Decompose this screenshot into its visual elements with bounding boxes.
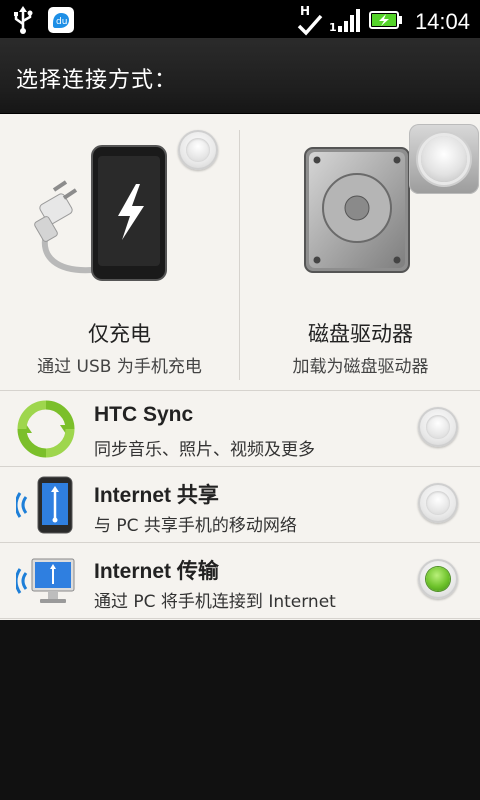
vertical-divider bbox=[239, 130, 240, 380]
charge-only-radio[interactable] bbox=[178, 130, 218, 170]
htc-sync-radio[interactable] bbox=[418, 407, 458, 447]
htc-sync-title: HTC Sync bbox=[94, 403, 194, 426]
option-internet-sharing[interactable]: Internet 共享 与 PC 共享手机的移动网络 bbox=[0, 467, 480, 543]
connection-type-panel: 仅充电 通过 USB 为手机充电 磁盘驱动器 加载为磁盘驱动器 HTC Sync… bbox=[0, 114, 480, 620]
battery-charging-icon bbox=[368, 10, 403, 34]
baidu-app-icon: du bbox=[48, 7, 74, 37]
internet-sharing-subtitle: 与 PC 共享手机的移动网络 bbox=[94, 516, 297, 536]
radio-indicator bbox=[426, 491, 450, 515]
page-title: 选择连接方式： bbox=[16, 68, 178, 93]
internet-passthrough-subtitle: 通过 PC 将手机连接到 Internet bbox=[94, 592, 336, 612]
signal-icon: 1 bbox=[329, 7, 363, 37]
radio-indicator bbox=[421, 136, 467, 182]
mode-disk-drive[interactable]: 磁盘驱动器 加载为磁盘驱动器 bbox=[241, 114, 480, 390]
phone-wireless-usb-icon bbox=[16, 476, 73, 534]
mode-charge-only[interactable]: 仅充电 通过 USB 为手机充电 bbox=[0, 114, 239, 390]
internet-passthrough-title: Internet 传输 bbox=[94, 560, 219, 583]
status-time: 14:04 bbox=[414, 9, 470, 34]
data-sync-check-icon: H bbox=[297, 4, 323, 40]
signal-sim-label: 1 bbox=[329, 21, 337, 33]
pc-wireless-usb-icon bbox=[16, 558, 75, 603]
network-type-label: H bbox=[300, 4, 310, 18]
internet-passthrough-radio[interactable] bbox=[418, 559, 458, 599]
radio-indicator bbox=[426, 415, 450, 439]
charge-only-title: 仅充电 bbox=[88, 322, 151, 346]
sync-arrows-icon bbox=[17, 400, 75, 458]
radio-indicator bbox=[186, 138, 210, 162]
svg-text:du: du bbox=[56, 17, 67, 27]
phone-charger-icon bbox=[34, 145, 167, 281]
disk-drive-icon bbox=[304, 147, 410, 273]
charge-only-subtitle: 通过 USB 为手机充电 bbox=[37, 357, 202, 377]
disk-drive-title: 磁盘驱动器 bbox=[308, 322, 413, 346]
internet-sharing-title: Internet 共享 bbox=[94, 484, 219, 507]
mode-row: 仅充电 通过 USB 为手机充电 磁盘驱动器 加载为磁盘驱动器 bbox=[0, 114, 480, 391]
dialog-header: 选择连接方式： bbox=[0, 38, 480, 114]
usb-icon bbox=[12, 6, 34, 38]
disk-drive-subtitle: 加载为磁盘驱动器 bbox=[292, 357, 429, 377]
disk-drive-radio[interactable] bbox=[409, 124, 479, 194]
radio-indicator-selected bbox=[426, 567, 450, 591]
htc-sync-subtitle: 同步音乐、照片、视频及更多 bbox=[94, 440, 315, 460]
internet-sharing-radio[interactable] bbox=[418, 483, 458, 523]
option-internet-passthrough[interactable]: Internet 传输 通过 PC 将手机连接到 Internet bbox=[0, 543, 480, 619]
status-bar: du H 1 14:04 bbox=[0, 0, 480, 38]
option-htc-sync[interactable]: HTC Sync 同步音乐、照片、视频及更多 bbox=[0, 391, 480, 467]
